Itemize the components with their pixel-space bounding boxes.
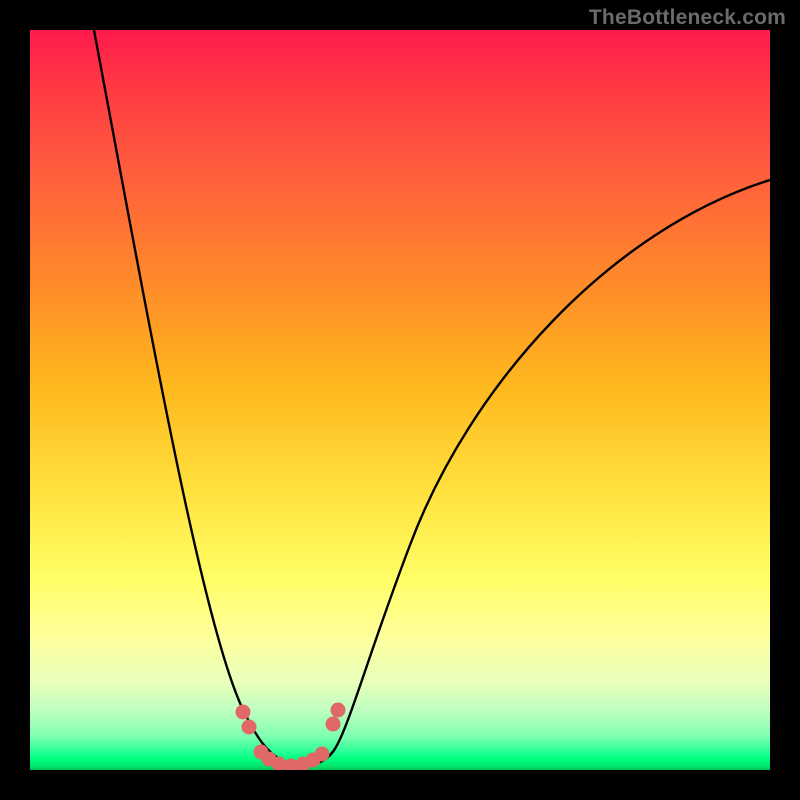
curve-markers bbox=[236, 703, 346, 771]
curve-marker bbox=[236, 705, 251, 720]
curve-marker bbox=[242, 720, 257, 735]
chart-svg bbox=[30, 30, 770, 770]
watermark-text: TheBottleneck.com bbox=[589, 6, 786, 30]
chart-frame bbox=[30, 30, 770, 770]
curve-marker bbox=[326, 717, 341, 732]
curve-marker bbox=[315, 747, 330, 762]
v-curve bbox=[94, 30, 770, 766]
curve-marker bbox=[331, 703, 346, 718]
